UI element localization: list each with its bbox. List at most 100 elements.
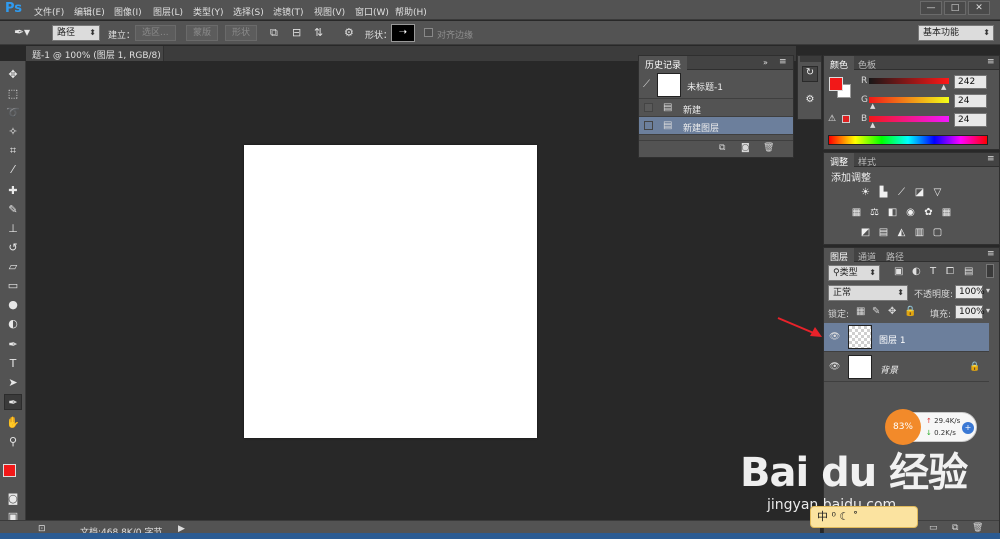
clone-stamp-tool-icon[interactable]: ⊥ bbox=[4, 221, 22, 237]
quick-mask-icon[interactable]: ◙ bbox=[4, 491, 22, 507]
tab-history[interactable]: 历史记录 bbox=[639, 56, 688, 71]
history-checkbox[interactable] bbox=[644, 103, 653, 112]
path-alignment-icon[interactable]: ⊟ bbox=[292, 26, 301, 39]
filter-toggle[interactable] bbox=[986, 264, 994, 278]
history-item[interactable]: ▤ 新建 bbox=[639, 99, 793, 117]
layer-row-selected[interactable]: 👁 图层 1 bbox=[824, 323, 989, 352]
menu-file[interactable]: 文件(F) bbox=[34, 5, 64, 18]
opacity-dropdown-icon[interactable]: ▾ bbox=[986, 286, 990, 295]
document-canvas[interactable] bbox=[244, 145, 537, 438]
gamut-warning-icon[interactable]: ⚠ bbox=[828, 114, 836, 124]
opacity-input[interactable]: 100% bbox=[955, 285, 985, 299]
freeform-pen-tool-icon[interactable]: ✒▾ bbox=[14, 25, 38, 41]
menu-window[interactable]: 窗口(W) bbox=[355, 5, 389, 18]
selective-color-icon[interactable]: ▢ bbox=[931, 227, 944, 239]
filter-shape-icon[interactable]: ⧠ bbox=[946, 266, 954, 277]
tab-swatches[interactable]: 色板 bbox=[852, 56, 882, 71]
exposure-icon[interactable]: ◪ bbox=[913, 187, 926, 199]
make-shape-button[interactable]: 形状 bbox=[225, 25, 258, 41]
maximize-button[interactable]: □ bbox=[944, 1, 966, 15]
history-item-selected[interactable]: ▤ 新建图层 bbox=[639, 117, 793, 135]
tab-color[interactable]: 颜色 bbox=[824, 56, 855, 71]
menu-layer[interactable]: 图层(L) bbox=[153, 5, 183, 18]
vibrance-icon[interactable]: ▽ bbox=[931, 187, 944, 199]
trash-icon[interactable]: 🗑 bbox=[972, 523, 983, 533]
brush-tool-icon[interactable]: ✎ bbox=[4, 202, 22, 218]
slider-red[interactable] bbox=[869, 78, 949, 84]
panel-menu-icon[interactable]: ≡ bbox=[987, 57, 995, 67]
visibility-eye-icon[interactable]: 👁 bbox=[829, 362, 840, 373]
slider-handle-icon[interactable]: ▲ bbox=[870, 102, 875, 110]
tab-channels[interactable]: 通道 bbox=[852, 248, 882, 263]
slider-handle-icon[interactable]: ▲ bbox=[941, 83, 946, 91]
magic-wand-tool-icon[interactable]: ✧ bbox=[4, 124, 22, 140]
web-safe-color-chip[interactable] bbox=[842, 115, 850, 123]
history-snapshot-row[interactable]: ⟋ 未标题-1 bbox=[639, 71, 793, 99]
history-panel-icon[interactable]: ↻ bbox=[802, 66, 818, 82]
slider-blue[interactable] bbox=[869, 116, 949, 122]
history-brush-source-icon[interactable]: ⟋ bbox=[643, 79, 650, 90]
history-brush-tool-icon[interactable]: ↺ bbox=[4, 240, 22, 256]
color-balance-icon[interactable]: ⚖ bbox=[868, 207, 881, 219]
value-green[interactable]: 24 bbox=[954, 94, 987, 108]
minimize-button[interactable]: — bbox=[920, 1, 942, 15]
filter-type-icon[interactable]: T bbox=[930, 266, 936, 277]
dodge-tool-icon[interactable]: ◐ bbox=[4, 316, 22, 332]
path-operations-icon[interactable]: ⧉ bbox=[270, 26, 278, 40]
document-tab[interactable]: 题-1 @ 100% (图层 1, RGB/8) * × bbox=[26, 46, 164, 71]
new-document-from-state-icon[interactable]: ⧉ bbox=[719, 143, 725, 153]
invert-icon[interactable]: ◩ bbox=[859, 227, 872, 239]
history-checkbox[interactable] bbox=[644, 121, 653, 130]
collapse-icon[interactable]: » bbox=[763, 58, 768, 67]
slider-handle-icon[interactable]: ▲ bbox=[870, 121, 875, 129]
photo-filter-icon[interactable]: ◉ bbox=[904, 207, 917, 219]
path-arrangement-icon[interactable]: ⇅ bbox=[314, 26, 323, 39]
layer-name[interactable]: 图层 1 bbox=[879, 333, 906, 346]
color-lookup-icon[interactable]: ▦ bbox=[940, 207, 953, 219]
workspace-select[interactable]: 基本功能 bbox=[918, 25, 994, 41]
camera-icon[interactable]: ◙ bbox=[741, 143, 750, 153]
color-spectrum-ramp[interactable] bbox=[828, 135, 988, 145]
gradient-tool-icon[interactable]: ▭ bbox=[4, 278, 22, 294]
threshold-icon[interactable]: ◭ bbox=[895, 227, 908, 239]
black-white-icon[interactable]: ◧ bbox=[886, 207, 899, 219]
blur-tool-icon[interactable]: ● bbox=[4, 297, 22, 313]
layer-filter-select[interactable]: ⚲类型 bbox=[828, 265, 880, 281]
curves-icon[interactable]: ⟋ bbox=[895, 187, 908, 199]
foreground-color-swatch[interactable] bbox=[3, 464, 16, 477]
strip-grip[interactable] bbox=[800, 56, 821, 62]
layer-row[interactable]: 👁 背景 🔒 bbox=[824, 353, 989, 382]
gear-icon[interactable]: ⚙ bbox=[344, 26, 354, 39]
value-blue[interactable]: 24 bbox=[954, 113, 987, 127]
posterize-icon[interactable]: ▤ bbox=[877, 227, 890, 239]
tab-adjustments[interactable]: 调整 bbox=[824, 153, 855, 168]
filter-adjustment-icon[interactable]: ◐ bbox=[912, 266, 921, 277]
panel-menu-icon[interactable]: ≡ bbox=[779, 57, 787, 67]
gradient-map-icon[interactable]: ▥ bbox=[913, 227, 926, 239]
crop-tool-icon[interactable]: ⌗ bbox=[4, 143, 22, 159]
freeform-pen-tool-icon-active[interactable]: ✒ bbox=[4, 394, 22, 410]
channel-mixer-icon[interactable]: ✿ bbox=[922, 207, 935, 219]
align-edges-checkbox[interactable] bbox=[424, 28, 433, 37]
menu-image[interactable]: 图像(I) bbox=[114, 5, 142, 18]
tab-layers[interactable]: 图层 bbox=[824, 248, 855, 263]
pen-tool-icon[interactable]: ✒ bbox=[4, 337, 22, 353]
hand-tool-icon[interactable]: ✋ bbox=[4, 415, 22, 431]
fill-input[interactable]: 100% bbox=[955, 305, 985, 319]
value-red[interactable]: 242 bbox=[954, 75, 987, 89]
levels-icon[interactable]: ▙ bbox=[877, 187, 890, 199]
slider-green[interactable] bbox=[869, 97, 949, 103]
close-window-button[interactable]: ✕ bbox=[968, 1, 990, 15]
layer-name[interactable]: 背景 bbox=[880, 363, 898, 376]
accelerate-icon[interactable]: + bbox=[962, 422, 974, 434]
type-tool-icon[interactable]: T bbox=[4, 356, 22, 372]
panel-menu-icon[interactable]: ≡ bbox=[987, 154, 995, 164]
brightness-contrast-icon[interactable]: ☀ bbox=[859, 187, 872, 199]
visibility-eye-icon[interactable]: 👁 bbox=[829, 332, 840, 343]
menu-filter[interactable]: 滤镜(T) bbox=[273, 5, 304, 18]
lasso-tool-icon[interactable]: ➰ bbox=[4, 105, 22, 121]
eraser-tool-icon[interactable]: ▱ bbox=[4, 259, 22, 275]
lock-transparent-icon[interactable]: ▦ bbox=[856, 306, 865, 317]
ime-toolbar[interactable]: 中 ⁰ ☾ ˚ bbox=[810, 506, 918, 528]
blend-mode-select[interactable]: 正常 bbox=[828, 285, 908, 301]
